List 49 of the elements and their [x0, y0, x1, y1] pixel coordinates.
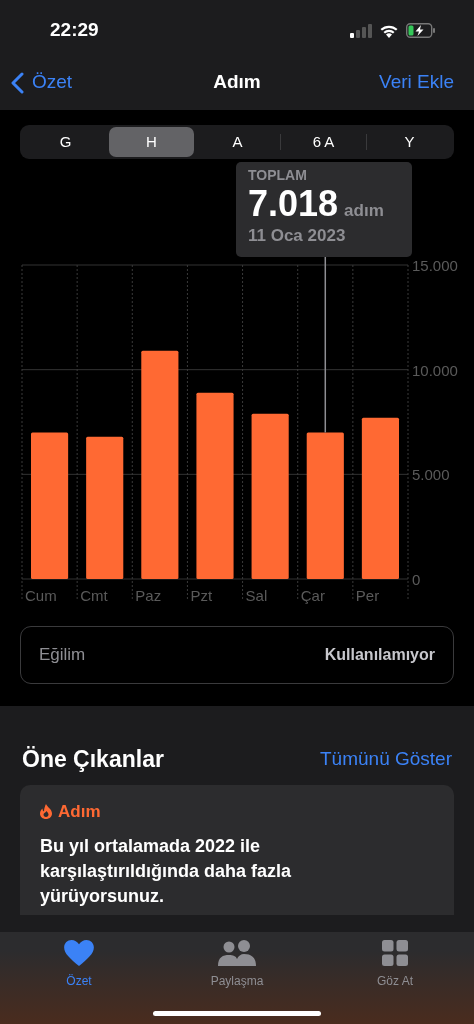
- bar[interactable]: [86, 436, 124, 579]
- bar[interactable]: [306, 432, 344, 579]
- grid-icon: [382, 940, 408, 966]
- x-axis-label: Sal: [245, 587, 268, 604]
- x-axis-label: Cum: [25, 587, 57, 604]
- battery-icon: [406, 23, 436, 38]
- trend-value: Kullanılamıyor: [324, 645, 435, 665]
- nav-title: Adım: [213, 70, 261, 95]
- chevron-left-icon: [10, 71, 24, 94]
- bar[interactable]: [361, 417, 399, 579]
- x-axis-label: Pzt: [190, 587, 213, 604]
- trend-label: Eğilim: [39, 644, 86, 667]
- bar[interactable]: [141, 350, 179, 579]
- tooltip-date: 11 Oca 2023: [248, 225, 347, 247]
- card-category: Adım: [58, 800, 101, 823]
- y-axis-label: 0: [412, 571, 421, 588]
- y-axis-label: 15.000: [412, 257, 458, 274]
- flame-icon: [40, 803, 52, 819]
- segment-tab[interactable]: Y: [367, 127, 452, 157]
- trend-row[interactable]: Eğilim Kullanılamıyor: [20, 626, 454, 684]
- status-time: 22:29: [50, 18, 99, 43]
- back-button[interactable]: Özet: [10, 68, 73, 97]
- tab-bar-item[interactable]: Göz At: [345, 940, 445, 990]
- tooltip-value: 7.018: [248, 184, 339, 224]
- tab-bar-item[interactable]: Paylaşma: [187, 940, 287, 990]
- highlight-card[interactable]: Adım Bu yıl ortalamada 2022 ile karşılaştırıldığında daha fazla yürüyorsunuz.: [20, 784, 454, 915]
- y-axis-label: 10.000: [412, 361, 458, 379]
- wifi-icon: [379, 23, 399, 38]
- segment-tab[interactable]: 6 A: [281, 127, 366, 157]
- tab-bar-item[interactable]: Özet: [29, 940, 129, 990]
- segment-tab[interactable]: H: [109, 127, 194, 157]
- x-axis-label: Paz: [135, 587, 162, 604]
- tooltip-label: TOPLAM: [248, 166, 308, 184]
- section-title: Öne Çıkanlar: [22, 745, 164, 774]
- bar[interactable]: [31, 432, 69, 579]
- x-axis-label: Per: [355, 587, 380, 604]
- people-icon: [217, 940, 257, 966]
- add-data-button[interactable]: Veri Ekle: [379, 68, 454, 97]
- segment-tab[interactable]: G: [23, 127, 108, 157]
- bar[interactable]: [251, 413, 289, 579]
- x-axis-label: Cmt: [80, 587, 108, 604]
- signal-icon: [350, 23, 372, 38]
- x-axis-label: Çar: [300, 587, 325, 604]
- heart-icon: [64, 940, 94, 966]
- show-all-link[interactable]: Tümünü Göster: [320, 745, 452, 774]
- card-text: Bu yıl ortalamada 2022 ile karşılaştırıldığında daha fazla yürüyorsunuz.: [40, 835, 293, 908]
- segment-tab[interactable]: A: [195, 127, 280, 157]
- y-axis-label: 5.000: [412, 466, 450, 484]
- tooltip-unit: adım: [344, 200, 384, 222]
